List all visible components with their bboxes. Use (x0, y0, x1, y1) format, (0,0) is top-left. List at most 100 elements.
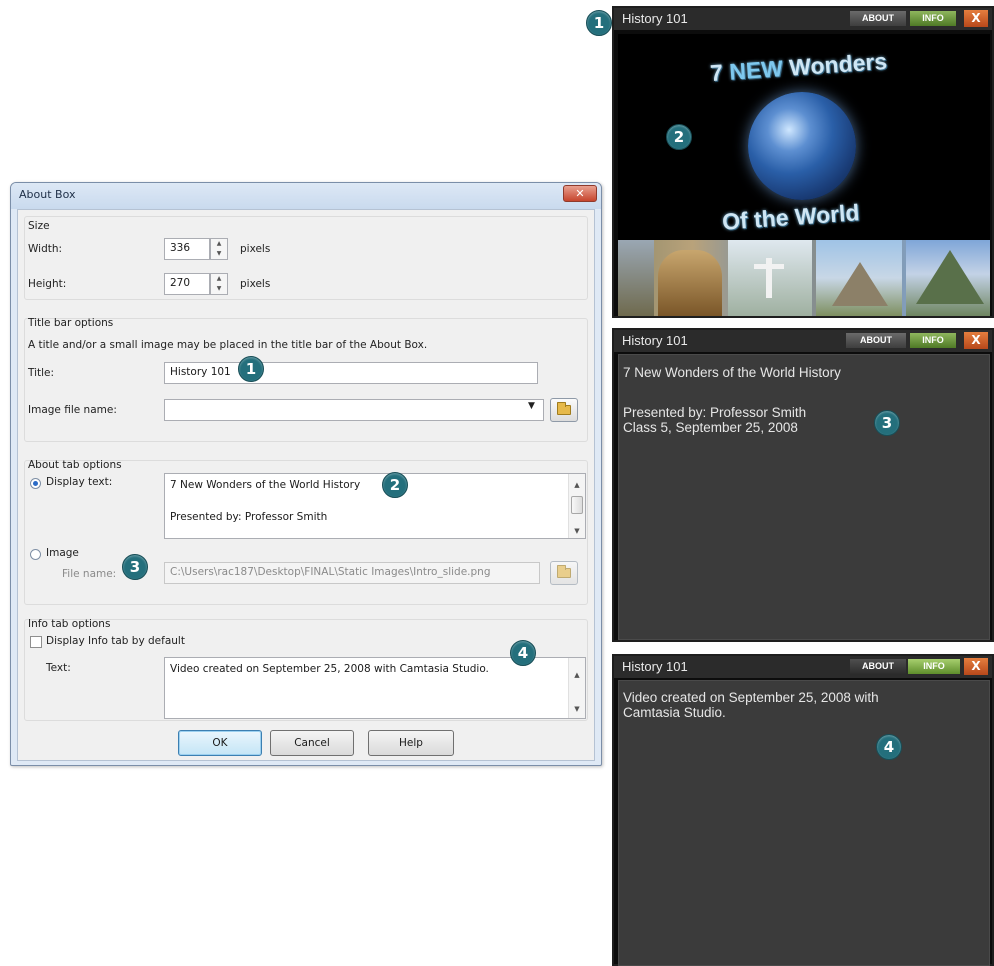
christ-redeemer-image (728, 240, 812, 316)
size-group (24, 216, 588, 300)
callout-3-player-about: 3 (874, 410, 900, 436)
player-close-button[interactable]: X (964, 658, 988, 675)
spin-up-icon: ▲ (216, 275, 222, 282)
dialog-close-button[interactable]: ✕ (563, 185, 597, 202)
display-text-label: Display text: (46, 476, 113, 488)
info-tab-button[interactable]: INFO (910, 333, 956, 348)
display-info-default-label: Display Info tab by default (46, 635, 185, 647)
size-group-label: Size (28, 220, 50, 232)
close-icon: ✕ (575, 187, 585, 200)
player-preview-info: History 101 ABOUT INFO X Video created o… (612, 654, 994, 966)
player-preview-about: History 101 ABOUT INFO X 7 New Wonders o… (612, 328, 994, 642)
callout-4-player-info: 4 (876, 734, 902, 760)
about-tab-button[interactable]: ABOUT (850, 11, 906, 26)
landmarks-strip-image (618, 240, 990, 316)
player-title-bar: History 101 ABOUT INFO X (614, 330, 992, 352)
height-input[interactable]: 270 (164, 273, 210, 295)
player-title-bar: History 101 ABOUT INFO X (614, 8, 992, 30)
height-unit: pixels (240, 278, 271, 290)
slide-number: 7 (709, 59, 724, 87)
image-file-name-label: Image file name: (28, 404, 117, 416)
info-text-scrollbar[interactable]: ▲ ▼ (568, 658, 585, 718)
about-box-dialog: About Box ✕ Size Width: 336 ▲ ▼ pixels H… (10, 182, 602, 766)
image-file-name-combo[interactable] (164, 399, 544, 421)
spin-up-icon: ▲ (216, 240, 222, 247)
about-tab-options-label: About tab options (28, 459, 122, 471)
dialog-title-bar[interactable]: About Box ✕ (11, 183, 601, 209)
help-button[interactable]: Help (368, 730, 454, 756)
info-text-label: Text: (46, 662, 71, 674)
spin-down-icon: ▼ (216, 285, 222, 292)
spin-down-icon: ▼ (216, 250, 222, 257)
scroll-down-icon: ▼ (574, 705, 580, 713)
slide-wonders-word: Wonders (788, 47, 888, 81)
display-text-scrollbar[interactable]: ▲ ▼ (568, 474, 585, 538)
player-close-button[interactable]: X (964, 332, 988, 349)
title-input[interactable]: History 101 (164, 362, 538, 384)
cancel-button[interactable]: Cancel (270, 730, 354, 756)
callout-3-image: 3 (122, 554, 148, 580)
player-preview-slide: History 101 ABOUT INFO X 7 NEW Wonders O… (612, 6, 994, 318)
about-tab-button[interactable]: ABOUT (846, 333, 906, 348)
file-name-browse-button[interactable] (550, 561, 578, 585)
file-name-input[interactable]: C:\Users\rac187\Desktop\FINAL\Static Ima… (164, 562, 540, 584)
display-text-radio[interactable] (30, 478, 41, 489)
display-text-line: Presented by: Professor Smith (170, 511, 328, 523)
info-tab-button[interactable]: INFO (910, 11, 956, 26)
callout-1-player-title: 1 (586, 10, 612, 36)
pyramid-shape (832, 262, 888, 306)
about-tab-button[interactable]: ABOUT (850, 659, 906, 674)
info-pane-line: Camtasia Studio. (623, 705, 726, 720)
info-tab-button[interactable]: INFO (908, 659, 960, 674)
info-pane: Video created on September 25, 2008 with… (618, 680, 990, 966)
info-text-line: Video created on September 25, 2008 with… (170, 663, 489, 675)
title-bar-options-label: Title bar options (28, 317, 114, 329)
info-tab-options-label: Info tab options (28, 618, 111, 630)
scroll-up-icon: ▲ (574, 481, 580, 489)
about-pane-line: Class 5, September 25, 2008 (623, 420, 798, 435)
chichen-itza-image (816, 240, 902, 316)
callout-2-player-slide: 2 (666, 124, 692, 150)
image-radio[interactable] (30, 549, 41, 560)
about-pane: 7 New Wonders of the World History Prese… (618, 354, 990, 640)
slide-image: 7 NEW Wonders Of the World (618, 34, 990, 316)
dropdown-arrow-icon[interactable]: ▼ (528, 401, 535, 411)
colosseum-image (658, 250, 722, 316)
machu-picchu-image (906, 240, 990, 316)
callout-2-display-text: 2 (382, 472, 408, 498)
folder-open-icon (557, 565, 571, 578)
display-info-default-checkbox[interactable] (30, 636, 42, 648)
player-close-button[interactable]: X (964, 10, 988, 27)
info-text-area[interactable]: Video created on September 25, 2008 with… (164, 657, 586, 719)
width-unit: pixels (240, 243, 271, 255)
width-spinner[interactable]: ▲ ▼ (210, 238, 228, 260)
callout-4-info-text: 4 (510, 640, 536, 666)
ok-button[interactable]: OK (178, 730, 262, 756)
height-spinner[interactable]: ▲ ▼ (210, 273, 228, 295)
folder-open-icon (557, 402, 571, 415)
about-pane-line: Presented by: Professor Smith (623, 405, 807, 420)
scroll-thumb[interactable] (571, 496, 583, 514)
dialog-title: About Box (19, 188, 76, 201)
width-input[interactable]: 336 (164, 238, 210, 260)
about-pane-line: 7 New Wonders of the World History (623, 365, 841, 380)
landmark-image (618, 240, 654, 316)
title-label: Title: (28, 367, 55, 379)
file-name-label: File name: (62, 568, 117, 580)
slide-new-word: NEW (728, 55, 784, 85)
dialog-client-area: Size Width: 336 ▲ ▼ pixels Height: 270 ▲… (17, 209, 595, 761)
title-bar-description: A title and/or a small image may be plac… (28, 339, 428, 351)
player-title: History 101 (622, 11, 688, 26)
image-browse-button[interactable] (550, 398, 578, 422)
mountain-shape (916, 250, 984, 304)
player-title: History 101 (622, 659, 688, 674)
scroll-up-icon: ▲ (574, 671, 580, 679)
earth-globe-image (748, 92, 856, 200)
statue-arms-shape (754, 264, 784, 269)
scroll-down-icon: ▼ (574, 527, 580, 535)
display-text-area[interactable]: 7 New Wonders of the World History Prese… (164, 473, 586, 539)
height-label: Height: (28, 278, 67, 290)
slide-title-line2: Of the World (721, 199, 861, 235)
player-title: History 101 (622, 333, 688, 348)
player-title-bar: History 101 ABOUT INFO X (614, 656, 992, 678)
